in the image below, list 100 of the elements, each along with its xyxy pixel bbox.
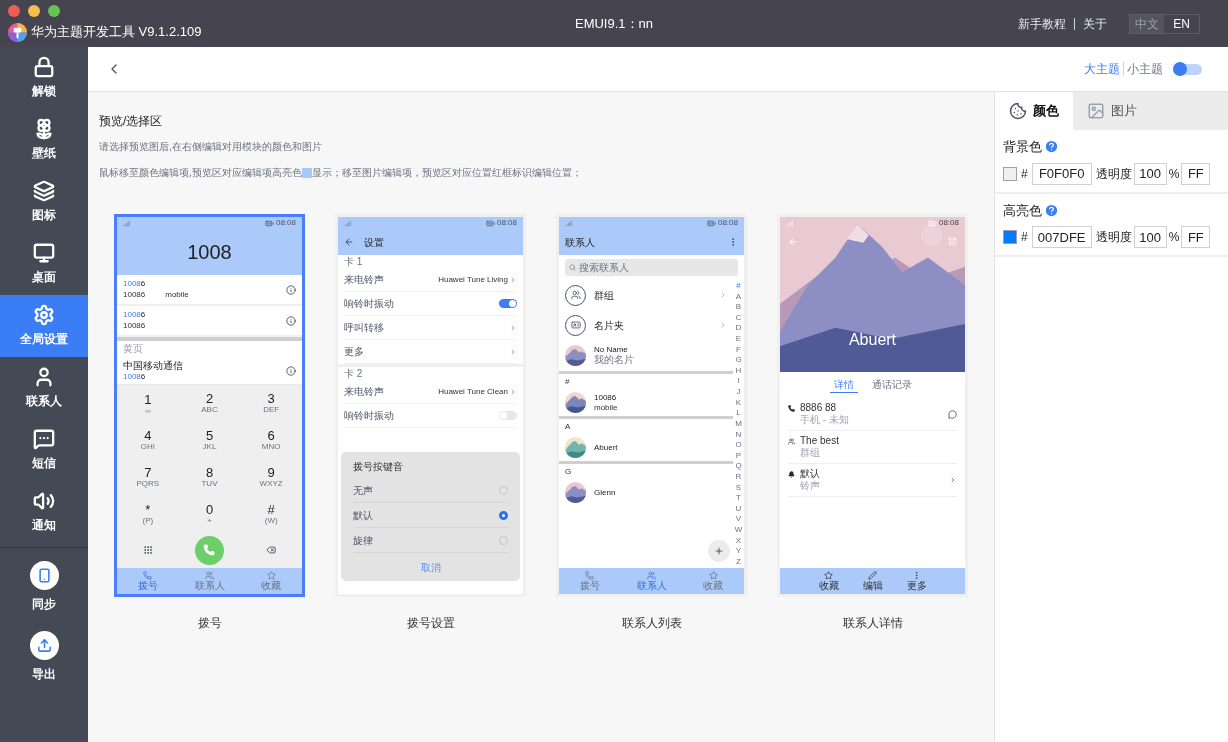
index-letter[interactable]: Z [736,557,741,566]
phone-preview[interactable]: 08:08 联系人 搜索联系人 群组 名片夹 No Name 我的名片 # 10086 mobile A Abuert G Glenn # A B C D E F G H I J K L M N O P Q R S T U V W X Y Z 拨号 联系人 收藏 [556,214,747,597]
phone-preview[interactable]: 08:08 1008 10086 10086 mobile 10086 10086 黄页 中国移动通信 10086 1 2 ABC 3 DEF 4 GHI 5 JKL 6 MNO 7 PQRS 8 TUV 9 WXYZ * (P) 0 + # (W) 拨号 联系人 收藏 [114,214,305,597]
help-icon[interactable] [1044,202,1059,218]
minimize-button[interactable] [28,5,40,18]
sidebar-item[interactable]: 图标 [0,171,88,233]
keypad-key[interactable]: 7 PQRS [117,458,179,496]
chevron-icon[interactable] [509,323,517,332]
index-letter[interactable]: G [735,356,742,365]
chevron-icon[interactable] [719,321,727,329]
index-letter[interactable]: K [735,398,742,407]
alpha-field[interactable]: FF [1181,162,1211,185]
info-icon[interactable] [286,315,296,326]
keypad-key[interactable]: 5 JKL [178,421,241,459]
index-letter[interactable]: I [737,377,740,386]
keypad-key[interactable]: 1 [117,385,179,422]
theme-option[interactable]: 小主题 [1127,60,1163,78]
search-field[interactable]: 搜索联系人 [565,259,738,276]
index-letter[interactable]: Q [735,462,742,471]
header-link[interactable]: 新手教程 [1018,14,1067,33]
sidebar-action[interactable]: 导出 [0,622,88,692]
backspace-icon[interactable] [266,545,277,555]
zoom-button[interactable] [48,5,60,18]
sidebar-item[interactable]: 壁纸 [0,109,88,171]
index-letter[interactable]: E [735,335,742,344]
keypad-key[interactable]: 8 TUV [178,458,241,496]
detail-tab[interactable]: 详情 [829,377,858,393]
opacity-field[interactable]: 100 [1133,226,1167,248]
keypad-key[interactable]: 6 MNO [240,421,302,459]
call-button[interactable] [195,535,224,565]
keypad-key[interactable]: 4 GHI [117,421,179,459]
keypad-key[interactable]: 0 + [178,495,241,532]
sidebar-item[interactable]: 桌面 [0,233,88,295]
index-letter[interactable]: V [735,515,742,524]
toggle-switch[interactable] [499,299,517,308]
phone-preview[interactable]: 08:08 Abuert 详情 通话记录 8886 88 手机 - 未知 The best 群组 默认 铃声 收藏 编辑 更多 [777,214,968,597]
phone-tab[interactable]: 联系人 [620,568,683,594]
index-letter[interactable]: D [735,324,742,333]
index-letter[interactable]: F [736,345,741,354]
index-letter[interactable]: P [735,451,742,460]
theme-option[interactable]: 大主题 [1084,60,1120,78]
action-button[interactable]: 编辑 [862,571,883,591]
chevron-icon[interactable] [719,291,727,299]
language-option[interactable]: 中文 [1130,14,1165,33]
action-button[interactable]: 收藏 [818,571,839,591]
index-letter[interactable]: N [735,430,742,439]
keypad-key[interactable]: 9 WXYZ [240,458,302,496]
sidebar-action[interactable]: 同步 [0,552,88,622]
color-swatch[interactable] [1003,230,1017,244]
chevron-icon[interactable] [949,476,957,484]
index-letter[interactable]: H [735,366,742,375]
detail-tab[interactable]: 通话记录 [867,377,916,393]
phone-preview[interactable]: 08:08 设置 卡 1 来电铃声 Huawei Tune Living 响铃时振动 呼叫转移 更多 卡 2 来电铃声 Huawei Tune Clean 响铃时振动 拨号按键音 无声 默认 旋律 取消 [335,214,526,597]
index-letter[interactable]: B [735,303,742,312]
index-letter[interactable]: T [736,494,741,503]
phone-tab[interactable]: 拨号 [559,568,621,594]
chevron-icon[interactable] [509,387,517,396]
index-letter[interactable]: O [735,441,742,450]
index-letter[interactable]: U [735,504,742,513]
index-letter[interactable]: W [734,526,743,534]
sidebar-item[interactable]: 通知 [0,481,88,543]
info-icon[interactable] [286,284,296,295]
header-link[interactable]: 关于 [1083,14,1108,33]
back-arrow-icon[interactable] [344,237,354,247]
close-button[interactable] [8,5,20,18]
message-icon[interactable] [948,409,957,419]
index-letter[interactable]: S [735,483,742,492]
color-swatch[interactable] [1003,166,1017,181]
index-letter[interactable]: A [735,292,742,301]
sidebar-item[interactable]: 解锁 [0,47,88,109]
sidebar-item[interactable]: 短信 [0,419,88,481]
alpha-field[interactable]: FF [1181,226,1211,248]
action-button[interactable]: 更多 [906,571,927,591]
phone-tab[interactable]: 收藏 [240,568,302,594]
index-letter[interactable]: Y [735,547,742,556]
dialpad-icon[interactable] [142,545,153,555]
index-letter[interactable]: C [735,313,742,322]
phone-tab[interactable]: 联系人 [178,568,241,594]
info-icon[interactable] [286,365,296,376]
keypad-key[interactable]: 3 DEF [240,385,302,422]
index-letter[interactable]: J [736,388,741,397]
theme-switch[interactable] [1173,63,1202,75]
editor-tab[interactable]: 颜色 [995,92,1073,130]
chevron-icon[interactable] [509,275,517,284]
index-letter[interactable]: X [735,536,742,545]
index-letter[interactable]: M [735,419,742,428]
sidebar-item[interactable]: 全局设置 [0,295,88,357]
keypad-key[interactable]: * (P) [117,495,179,532]
keypad-key[interactable]: # (W) [240,495,302,532]
radio-button[interactable] [499,510,508,520]
index-letter[interactable]: R [735,472,742,481]
index-letter[interactable]: L [736,409,741,418]
phone-tab[interactable]: 拨号 [117,568,179,594]
hex-field[interactable]: 007DFE [1031,226,1092,248]
keypad-key[interactable]: 2 ABC [178,385,241,422]
phone-tab[interactable]: 收藏 [682,568,744,594]
sidebar-item[interactable]: 联系人 [0,357,88,419]
chevron-icon[interactable] [509,347,517,356]
hex-field[interactable]: F0F0F0 [1031,162,1092,185]
index-letter[interactable]: # [736,282,741,290]
